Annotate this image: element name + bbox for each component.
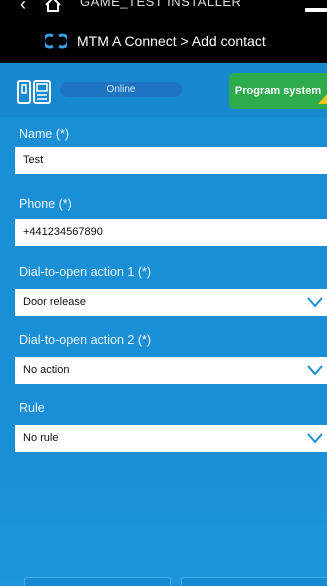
name-field[interactable]: Test	[15, 147, 327, 174]
installer-title: GAME_TEST INSTALLER	[80, 0, 242, 9]
rule-select[interactable]: No rule	[15, 425, 327, 452]
warning-corner-icon	[318, 94, 327, 104]
breadcrumb: MTM A Connect > Add contact	[45, 32, 266, 50]
app-header: ‹ GAME_TEST INSTALLER MTM A Connect > Ad…	[0, 0, 327, 63]
online-status-badge: Online	[60, 82, 182, 97]
intercom-device-icon	[17, 80, 51, 104]
action1-value: Door release	[23, 296, 86, 308]
add-contact-form: Name (*) Test Phone (*) +441234567890 Di…	[0, 117, 327, 452]
empty-content-area	[0, 452, 327, 585]
home-icon[interactable]	[44, 0, 62, 12]
chevron-down-icon	[307, 365, 323, 376]
chevron-down-icon	[307, 433, 323, 444]
phone-field[interactable]: +441234567890	[15, 219, 327, 246]
breadcrumb-text: MTM A Connect > Add contact	[77, 33, 266, 49]
rule-value: No rule	[23, 432, 59, 444]
cloud-link-icon	[45, 33, 67, 49]
action2-select[interactable]: No action	[15, 357, 327, 384]
action2-value: No action	[23, 364, 70, 376]
phone-label: Phone (*)	[19, 197, 72, 211]
program-system-button[interactable]: Program system	[229, 73, 327, 109]
name-label: Name (*)	[19, 127, 70, 141]
action1-label: Dial-to-open action 1 (*)	[19, 265, 152, 279]
action2-label: Dial-to-open action 2 (*)	[19, 333, 152, 347]
rule-label: Rule	[19, 401, 45, 415]
back-icon[interactable]: ‹	[20, 0, 26, 15]
menu-icon[interactable]	[305, 8, 327, 12]
action1-select[interactable]: Door release	[15, 289, 327, 316]
chevron-down-icon	[307, 297, 323, 308]
